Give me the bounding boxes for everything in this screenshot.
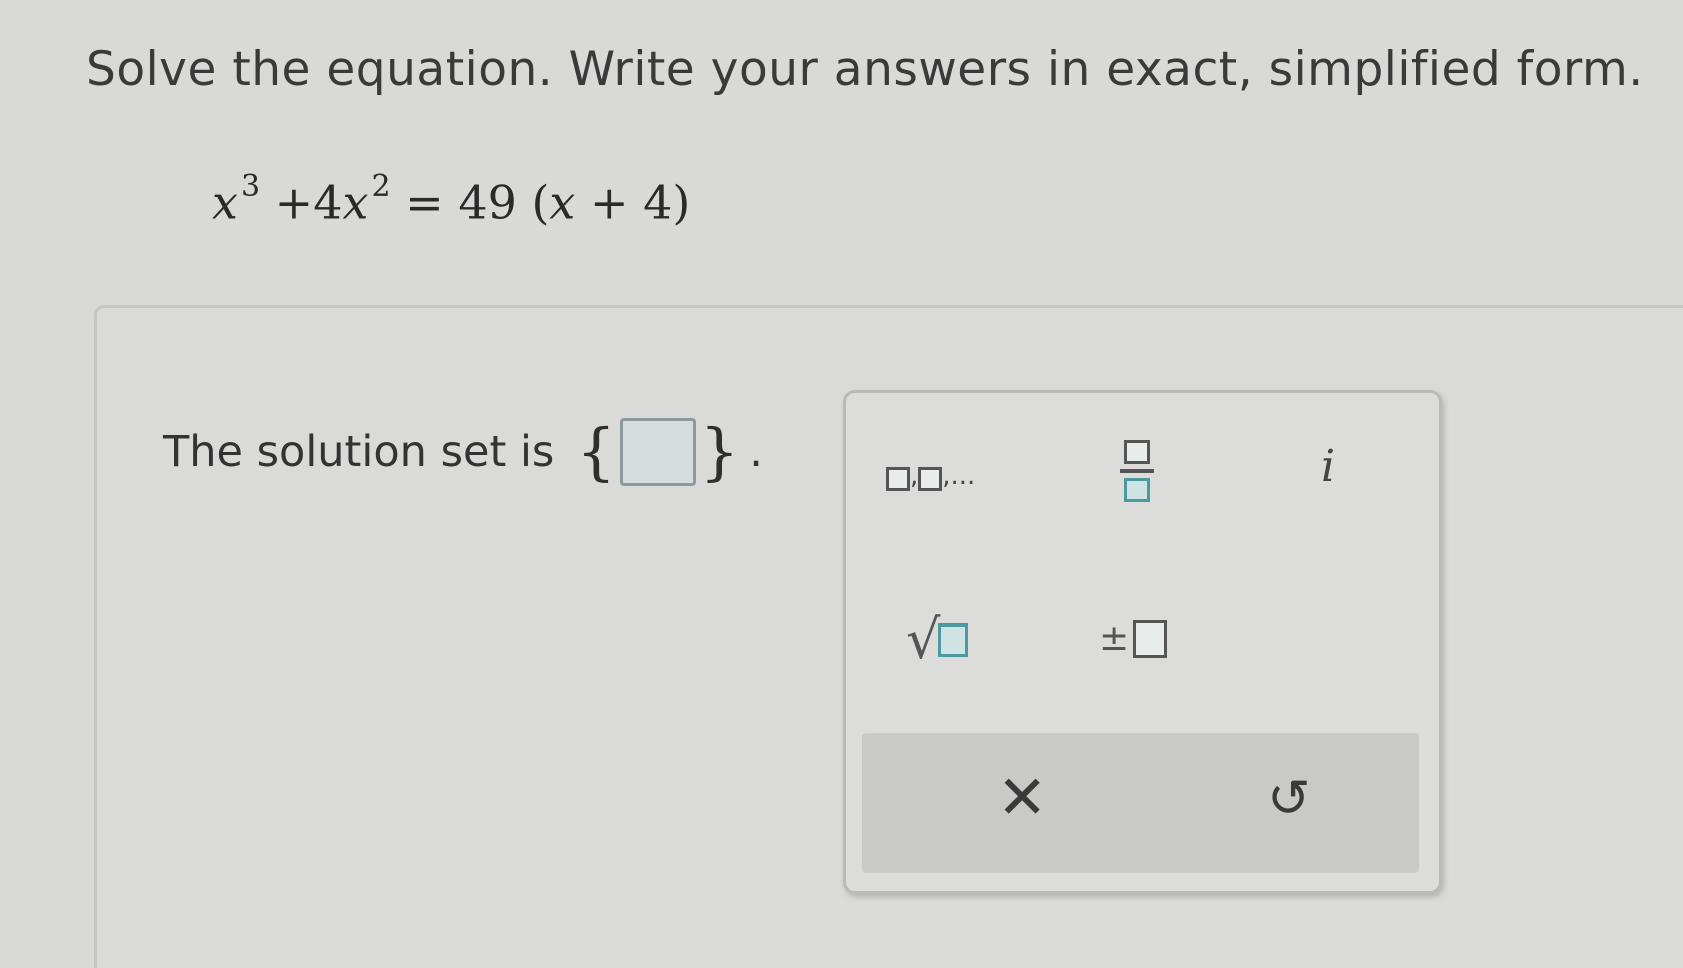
- action-bar: ✕ ↺: [862, 733, 1419, 873]
- eq-rhs-tail: + 4): [575, 175, 691, 230]
- solution-prompt: The solution set is: [163, 427, 555, 477]
- list-box-icon: [886, 467, 910, 491]
- eq-var-x: x: [342, 175, 369, 230]
- plus-minus-icon: ±: [1099, 618, 1130, 659]
- square-root-button[interactable]: √: [906, 608, 969, 671]
- list-box-icon: [918, 467, 943, 491]
- open-brace: {: [576, 415, 616, 488]
- solution-line: The solution set is { } .: [163, 418, 763, 486]
- eq-var-x: x: [212, 175, 238, 230]
- fraction-button[interactable]: [1120, 440, 1154, 502]
- eq-var-x: x: [549, 175, 576, 230]
- radical-icon: √: [906, 608, 941, 671]
- eq-term: +4: [260, 175, 343, 230]
- eq-rhs: = 49 (: [390, 175, 550, 230]
- numerator-box-icon: [1124, 440, 1150, 464]
- denominator-box-icon: [1124, 478, 1150, 502]
- period: .: [749, 427, 763, 477]
- fraction-bar-icon: [1120, 469, 1154, 473]
- radicand-box-icon: [938, 623, 969, 657]
- eq-exponent: 3: [240, 169, 261, 204]
- answer-input[interactable]: [619, 418, 696, 486]
- equation: x3 +4x 2 = 49 (x + 4): [212, 169, 691, 230]
- list-ellipsis: ,...: [942, 461, 976, 491]
- imaginary-unit-button[interactable]: i: [1321, 441, 1335, 492]
- clear-button[interactable]: ✕: [997, 763, 1047, 833]
- math-palette: ,,... i √ ± ✕ ↺: [843, 390, 1442, 894]
- close-brace: }: [699, 415, 740, 488]
- list-comma: ,: [910, 461, 919, 491]
- plus-minus-button[interactable]: ±: [1099, 618, 1168, 659]
- instructions: Solve the equation. Write your answers i…: [86, 42, 1644, 97]
- list-button[interactable]: ,,...: [886, 461, 975, 491]
- pm-box-icon: [1133, 619, 1168, 658]
- undo-button[interactable]: ↺: [1267, 769, 1311, 829]
- eq-exponent: 2: [371, 169, 391, 204]
